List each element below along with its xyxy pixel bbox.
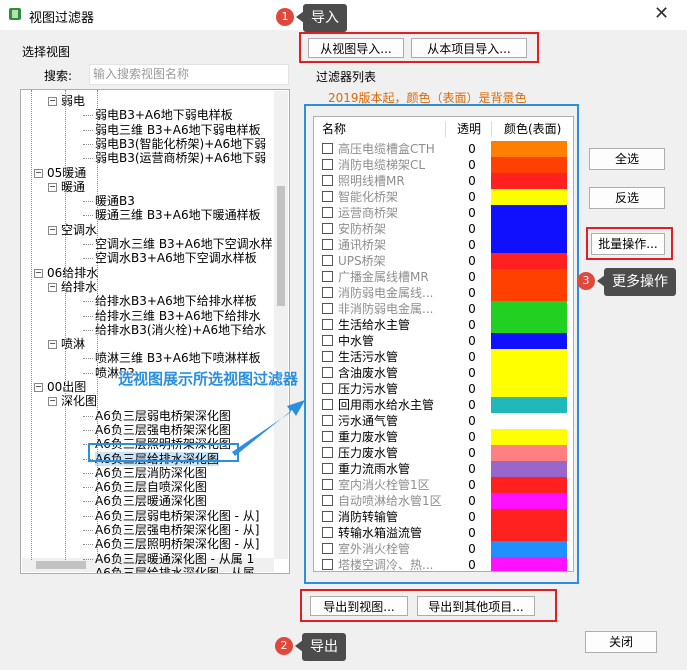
selected-view-highlight — [88, 443, 239, 462]
annotation-arrow-shape — [232, 400, 305, 456]
annotation-arrow — [88, 400, 305, 462]
view-filter-dialog: 视图过滤器 ✕ 选择视图 搜索: 输入搜索视图名称 弱电 − 弱电B3+A6地下弱电… — [0, 0, 687, 670]
annotation-caption: 选视图展示所选视图过滤器 — [118, 370, 299, 388]
